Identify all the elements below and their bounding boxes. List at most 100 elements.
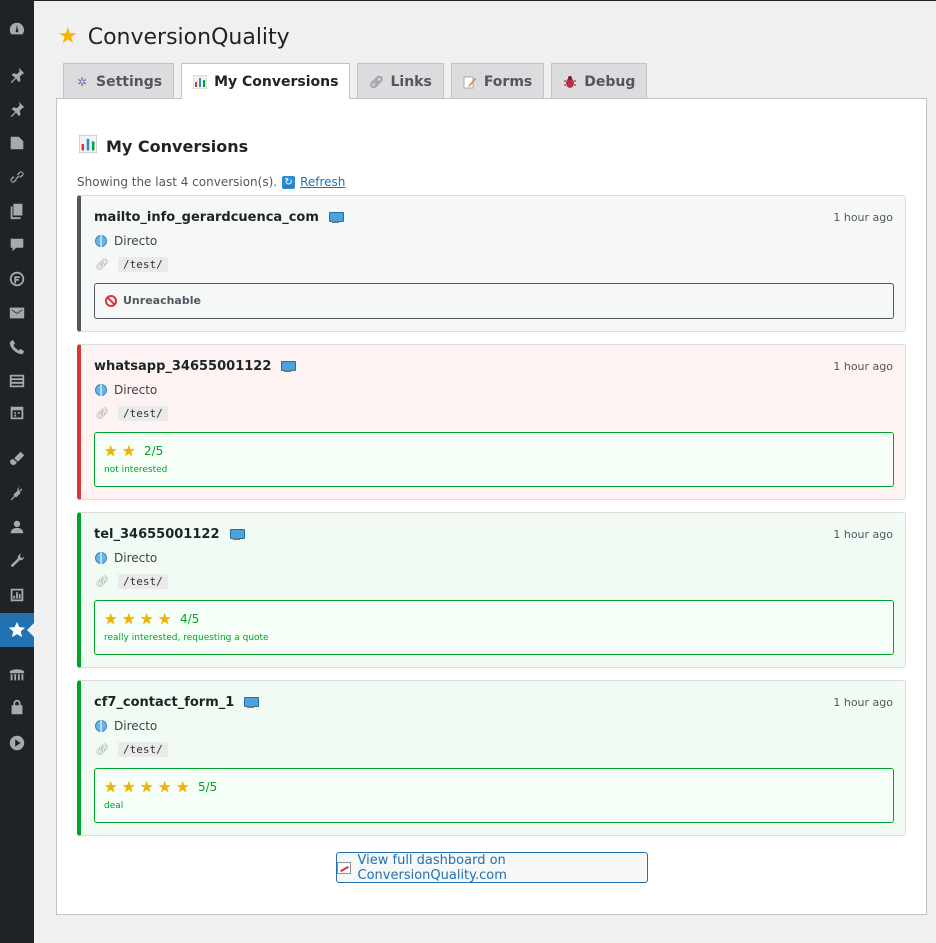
phone-icon[interactable] bbox=[0, 330, 34, 364]
settings-icon[interactable] bbox=[0, 578, 34, 612]
conversion-card: whatsapp_34655001122 1 hour ago Directo … bbox=[77, 344, 906, 500]
tab-links[interactable]: 🔗︎ Links bbox=[357, 63, 444, 99]
dashboard-icon[interactable] bbox=[0, 12, 34, 46]
showing-text: Showing the last 4 conversion(s). ↻ Refr… bbox=[77, 175, 345, 189]
conversion-name-text: whatsapp_34655001122 bbox=[94, 359, 272, 374]
path-text: /test/ bbox=[117, 406, 168, 421]
status-box: Unreachable bbox=[94, 283, 894, 319]
conversion-path: 🔗︎ /test/ bbox=[95, 742, 168, 757]
star-icon: ★ bbox=[58, 24, 78, 49]
plugins-icon[interactable] bbox=[0, 476, 34, 510]
path-text: /test/ bbox=[117, 574, 168, 589]
conversion-source: Directo bbox=[95, 551, 157, 565]
source-text: Directo bbox=[114, 234, 158, 248]
pin-icon[interactable] bbox=[0, 92, 34, 126]
globe-icon bbox=[95, 235, 107, 247]
tab-bar: ✲ Settings My Conversions 🔗︎ Links Forms… bbox=[63, 63, 648, 100]
conversion-name: mailto_info_gerardcuenca_com bbox=[94, 210, 344, 225]
tab-my-conversions[interactable]: My Conversions bbox=[181, 63, 351, 100]
conversion-name: cf7_contact_form_1 bbox=[94, 695, 260, 710]
star-icon: ★ bbox=[104, 778, 118, 796]
pages-icon[interactable] bbox=[0, 194, 34, 228]
top-border bbox=[0, 0, 936, 1]
conversion-time: 1 hour ago bbox=[833, 360, 893, 373]
media-icon[interactable] bbox=[0, 126, 34, 160]
rating-note: deal bbox=[104, 801, 124, 811]
comments-icon[interactable] bbox=[0, 228, 34, 262]
panel-title-text: My Conversions bbox=[106, 136, 249, 156]
refresh-link[interactable]: ↻ Refresh bbox=[282, 175, 345, 189]
star-icon: ★ bbox=[104, 442, 118, 460]
refresh-icon: ↻ bbox=[282, 175, 296, 189]
appearance-icon[interactable] bbox=[0, 442, 34, 476]
admin-sidebar bbox=[0, 0, 34, 943]
globe-icon bbox=[95, 552, 107, 564]
forms-icon[interactable] bbox=[0, 262, 34, 296]
rating-box: ★ ★ ★ ★ 4/5 really interested, requesting a … bbox=[94, 600, 894, 655]
calendar-icon[interactable] bbox=[0, 396, 34, 430]
page-title-text: ConversionQuality bbox=[87, 24, 290, 50]
link-icon: 🔗︎ bbox=[95, 743, 109, 756]
star-icon[interactable] bbox=[0, 613, 34, 647]
bridge-icon[interactable] bbox=[0, 658, 34, 692]
rating-stars: ★ ★ ★ ★ 4/5 bbox=[104, 611, 199, 627]
link-icon: 🔗︎ bbox=[95, 407, 109, 420]
rating-stars: ★ ★ 2/5 bbox=[104, 443, 163, 459]
source-text: Directo bbox=[114, 551, 158, 565]
conversion-path: 🔗︎ /test/ bbox=[95, 257, 168, 272]
star-icon: ★ bbox=[158, 610, 172, 628]
tab-forms[interactable]: Forms bbox=[450, 63, 545, 99]
desktop-icon bbox=[281, 361, 297, 372]
conversions-panel: My Conversions Showing the last 4 conver… bbox=[56, 98, 927, 915]
tab-label: Settings bbox=[96, 73, 163, 90]
bar-chart-icon bbox=[193, 74, 208, 89]
tab-label: Links bbox=[390, 73, 432, 90]
status-text: Unreachable bbox=[123, 294, 201, 307]
conversion-name-text: mailto_info_gerardcuenca_com bbox=[94, 210, 319, 225]
form-icon bbox=[463, 75, 477, 89]
list-icon[interactable] bbox=[0, 364, 34, 398]
star-icon: ★ bbox=[104, 610, 118, 628]
tab-debug[interactable]: Debug bbox=[551, 63, 648, 99]
conversion-card: tel_34655001122 1 hour ago Directo 🔗︎ /t… bbox=[77, 512, 906, 668]
link-icon: 🔗︎ bbox=[95, 258, 109, 271]
play-icon[interactable] bbox=[0, 726, 34, 760]
desktop-icon bbox=[244, 697, 260, 708]
star-icon: ★ bbox=[122, 778, 136, 796]
view-dashboard-button[interactable]: View full dashboard on ConversionQuality… bbox=[336, 852, 648, 883]
refresh-label: Refresh bbox=[300, 175, 346, 189]
conversion-source: Directo bbox=[95, 383, 157, 397]
link-icon: 🔗︎ bbox=[95, 575, 109, 588]
rating-note: really interested, requesting a quote bbox=[104, 633, 269, 643]
link-icon[interactable] bbox=[0, 160, 34, 194]
rating-score: 5/5 bbox=[198, 780, 218, 794]
lock-icon[interactable] bbox=[0, 690, 34, 724]
conversion-card: mailto_info_gerardcuenca_com 1 hour ago … bbox=[77, 195, 906, 332]
conversion-card: cf7_contact_form_1 1 hour ago Directo 🔗︎… bbox=[77, 680, 906, 836]
rating-note: not interested bbox=[104, 465, 168, 475]
conversion-path: 🔗︎ /test/ bbox=[95, 574, 168, 589]
source-text: Directo bbox=[114, 383, 158, 397]
conversion-source: Directo bbox=[95, 234, 157, 248]
ban-icon bbox=[105, 294, 117, 307]
conversion-source: Directo bbox=[95, 719, 157, 733]
page-title: ★ ConversionQuality bbox=[58, 22, 290, 52]
tools-icon[interactable] bbox=[0, 544, 34, 578]
panel-title: My Conversions bbox=[78, 134, 249, 157]
conversion-time: 1 hour ago bbox=[833, 696, 893, 709]
tab-settings[interactable]: ✲ Settings bbox=[63, 63, 175, 99]
conversion-name: whatsapp_34655001122 bbox=[94, 359, 297, 374]
source-text: Directo bbox=[114, 719, 158, 733]
conversion-path: 🔗︎ /test/ bbox=[95, 406, 168, 421]
rating-box: ★ ★ 2/5 not interested bbox=[94, 432, 894, 487]
path-text: /test/ bbox=[117, 742, 168, 757]
conversion-name-text: cf7_contact_form_1 bbox=[94, 695, 235, 710]
rating-box: ★ ★ ★ ★ ★ 5/5 deal bbox=[94, 768, 894, 823]
desktop-icon bbox=[229, 529, 245, 540]
mail-icon[interactable] bbox=[0, 296, 34, 330]
users-icon[interactable] bbox=[0, 510, 34, 544]
star-icon: ★ bbox=[122, 610, 136, 628]
pin-icon[interactable] bbox=[0, 58, 34, 92]
chart-icon bbox=[337, 861, 351, 874]
tab-label: Forms bbox=[483, 73, 533, 90]
